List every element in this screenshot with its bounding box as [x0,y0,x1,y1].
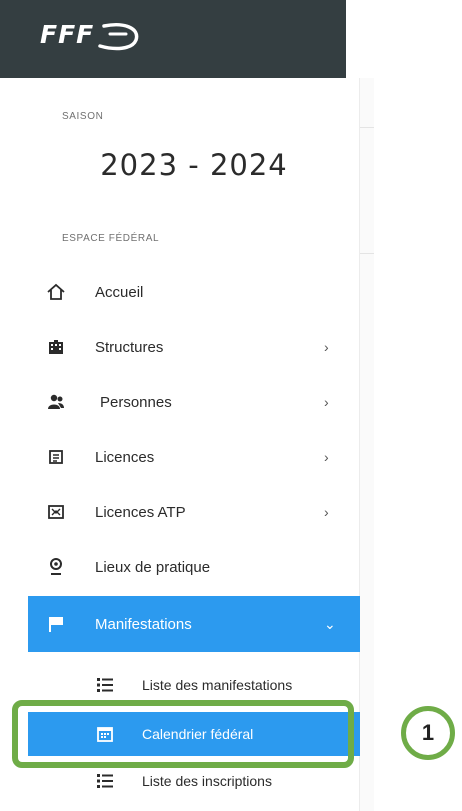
submenu-item-label: Liste des inscriptions [142,773,272,789]
flag-checkered-icon [46,502,66,522]
section-label: ESPACE FÉDÉRAL [62,233,160,244]
chevron-right-icon: › [324,449,329,465]
logo[interactable]: FFF [40,20,94,49]
list-icon [96,676,114,694]
chevron-right-icon: › [324,504,329,520]
content-area-edge [360,78,374,811]
season-value[interactable]: 2023 - 2024 [28,148,360,182]
menu-item-label: Licences [95,448,155,466]
menu-item-label: Structures [95,338,164,356]
location-pin-icon [46,557,66,577]
season-label: SAISON [62,111,104,122]
chevron-right-icon: › [324,339,329,355]
menu-item-label: Manifestations [95,615,192,633]
home-icon [46,282,66,302]
card-icon [46,447,66,467]
menu-item-licences[interactable]: Licences › [28,429,360,485]
menu-item-manifestations[interactable]: Manifestations ⌄ [28,596,360,652]
menu-item-licences-atp[interactable]: Licences ATP › [28,484,360,540]
divider [360,253,374,254]
step-badge: 1 [401,706,455,760]
menu-item-lieux-de-pratique[interactable]: Lieux de pratique [28,539,360,595]
divider [360,127,374,128]
menu-item-label: Lieux de pratique [95,558,211,576]
menu-item-personnes[interactable]: Personnes › [28,374,360,430]
menu-item-label: Personnes [100,393,172,411]
menu-item-structures[interactable]: Structures › [28,319,360,375]
menu-item-accueil[interactable]: Accueil [28,264,360,320]
people-icon [46,392,66,412]
submenu-item-label: Liste des manifestations [142,677,293,693]
logo-swoosh-icon [98,23,139,51]
logo-bar: FFF [0,0,346,78]
chevron-right-icon: › [324,394,329,410]
menu-item-label: Licences ATP [95,503,186,521]
chevron-down-icon: ⌄ [324,615,336,632]
list-icon [96,772,114,790]
page: FFF SAISON 2023 - 2024 ESPACE FÉDÉRAL Ac… [0,0,462,811]
highlight-box [12,700,354,768]
flag-icon [46,614,66,634]
menu-item-label: Accueil [95,283,144,301]
building-icon [46,337,66,357]
